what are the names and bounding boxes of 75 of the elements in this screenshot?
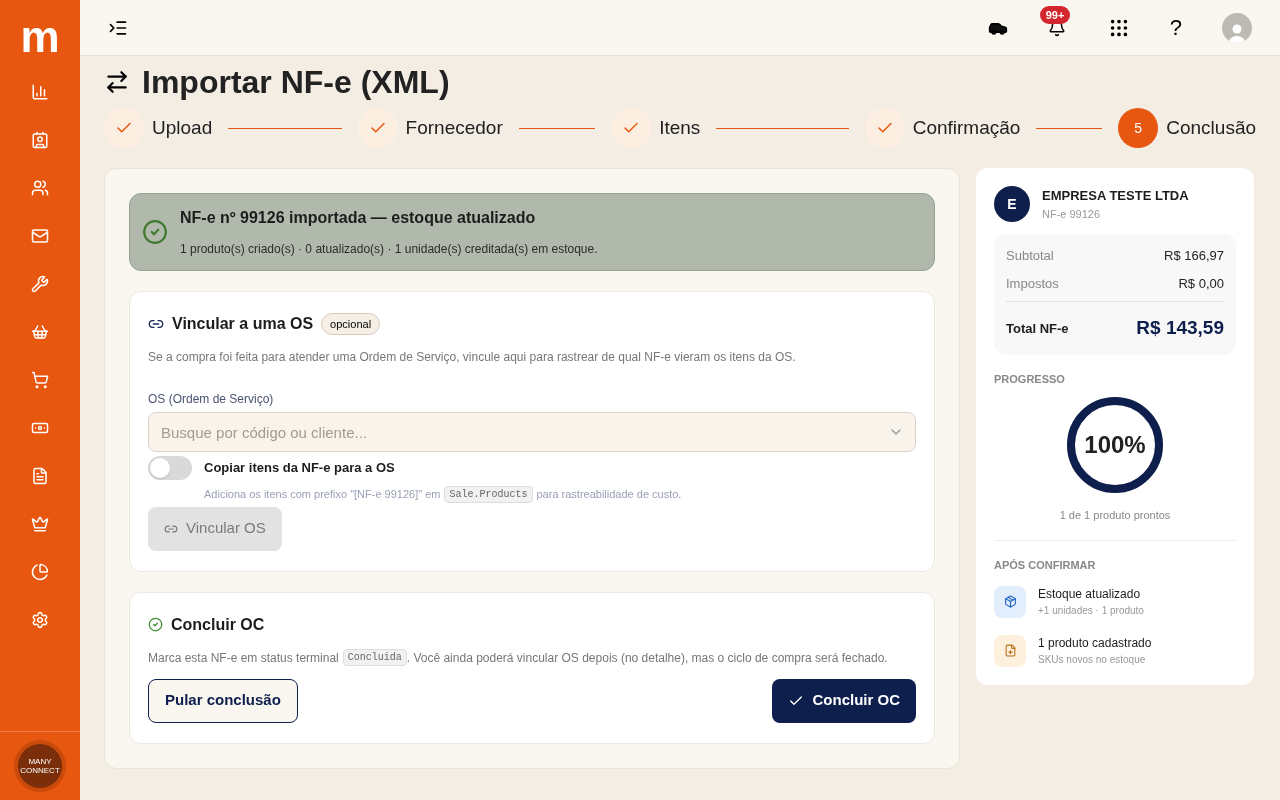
section-description: Marca esta NF-e em status terminal: [148, 649, 339, 667]
success-detail: 1 produto(s) criado(s) · 0 atualizado(s) · 1 unidade(s) creditada(s) em estoque.: [180, 241, 598, 258]
item-subtitle: SKUs novos no estoque: [1038, 653, 1147, 667]
sidebar-item[interactable]: [30, 226, 50, 246]
optional-tag: opcional: [321, 312, 381, 336]
user-silhouette-icon: [1228, 22, 1246, 43]
check-circle-icon: [148, 617, 163, 632]
notification-badge: 99+: [1039, 5, 1071, 24]
sidebar-item[interactable]: [30, 466, 50, 486]
step-label: Itens: [659, 115, 701, 140]
step-label: Fornecedor: [405, 115, 503, 140]
item-subtitle: +1 unidades · 1 produto: [1038, 604, 1144, 618]
success-check-icon: [142, 219, 168, 245]
sidebar-item[interactable]: [30, 178, 50, 198]
company-logo: MANY CONNECT: [18, 744, 62, 788]
crown-icon: [31, 515, 49, 533]
progress-reading: 100%: [1084, 433, 1146, 457]
total-value: R$ 0,00: [1178, 274, 1224, 293]
sidebar-item[interactable]: [30, 610, 50, 630]
company-name: EMPRESA TESTE LTDA: [1042, 187, 1189, 205]
section-heading: PROGRESSO: [994, 371, 1066, 387]
brand-logo: m: [20, 11, 60, 63]
step-label: Conclusão: [1166, 115, 1257, 140]
copy-items-toggle[interactable]: [148, 456, 192, 480]
sidebar-item[interactable]: [30, 130, 50, 150]
wrench-icon: [31, 275, 49, 293]
sidebar-item[interactable]: [30, 514, 50, 534]
pie-chart-icon: [31, 563, 49, 581]
conclude-button[interactable]: Concluir OC: [772, 678, 916, 723]
company-avatar: E: [994, 186, 1030, 222]
total-label: Impostos: [1006, 274, 1059, 293]
progress-caption: 1 de 1 produto prontos: [1058, 508, 1172, 523]
total-label: Subtotal: [1006, 247, 1054, 265]
total-value: R$ 166,97: [1164, 247, 1224, 265]
section-description: . Você ainda poderá vincular OS depois (no detalhe), mas o ciclo de compra será fechado.: [406, 649, 888, 667]
success-title: NF-e nº 99126 importada — estoque atualizado: [180, 208, 537, 228]
step-indicator: 5: [1118, 108, 1159, 148]
sidebar-item[interactable]: [30, 370, 50, 390]
code-tag: Sale.Products: [444, 485, 533, 503]
toggle-hint: para rastreabilidade de custo.: [536, 486, 682, 502]
step-label: Upload: [152, 115, 213, 140]
total-label: Total NF-e: [1006, 319, 1069, 338]
toggle-hint: Adiciona os itens com prefixo "[NF-e 99126]" em: [204, 486, 441, 502]
import-icon: [104, 69, 130, 95]
total-amount: R$ 143,59: [1136, 316, 1224, 340]
item-title: 1 produto cadastrado: [1038, 635, 1152, 652]
skip-button[interactable]: Pular conclusão: [148, 678, 298, 723]
step-label: Confirmação: [912, 115, 1021, 140]
profile-avatar[interactable]: [1222, 12, 1252, 43]
sidebar-item[interactable]: [30, 82, 50, 102]
code-tag: Concluida: [342, 649, 407, 666]
section-title: Vincular a uma OS: [172, 314, 314, 334]
section-description: Se a compra foi feita para atender uma Ordem de Serviço, vincule aqui para rastrear de qual NF-e vieram os itens da OS.: [148, 349, 797, 366]
section-heading: APÓS CONFIRMAR: [994, 557, 1097, 573]
page-title: Importar NF-e (XML): [142, 63, 450, 102]
box-icon: [1003, 595, 1017, 608]
document-icon: [31, 467, 49, 485]
sidebar-item[interactable]: [30, 322, 50, 342]
document-number: NF-e 99126: [1042, 206, 1102, 222]
section-title: Concluir OC: [171, 614, 265, 635]
chart-icon: [31, 83, 49, 101]
file-plus-icon: [1003, 644, 1017, 657]
contact-card-icon: [31, 131, 49, 149]
sidebar-item[interactable]: [30, 274, 50, 294]
mail-icon: [31, 227, 49, 245]
item-title: Estoque atualizado: [1038, 586, 1142, 603]
help-button[interactable]: ?: [1169, 11, 1182, 44]
users-icon: [31, 179, 49, 197]
os-search-field[interactable]: Busque por código ou cliente...: [148, 412, 916, 452]
sidebar-item[interactable]: [30, 562, 50, 582]
basket-icon: [31, 323, 49, 341]
cart-icon: [31, 371, 49, 389]
settings-icon: [31, 611, 49, 629]
toggle-label: Copiar itens da NF-e para a OS: [204, 459, 396, 477]
field-label: OS (Ordem de Serviço): [148, 391, 275, 408]
